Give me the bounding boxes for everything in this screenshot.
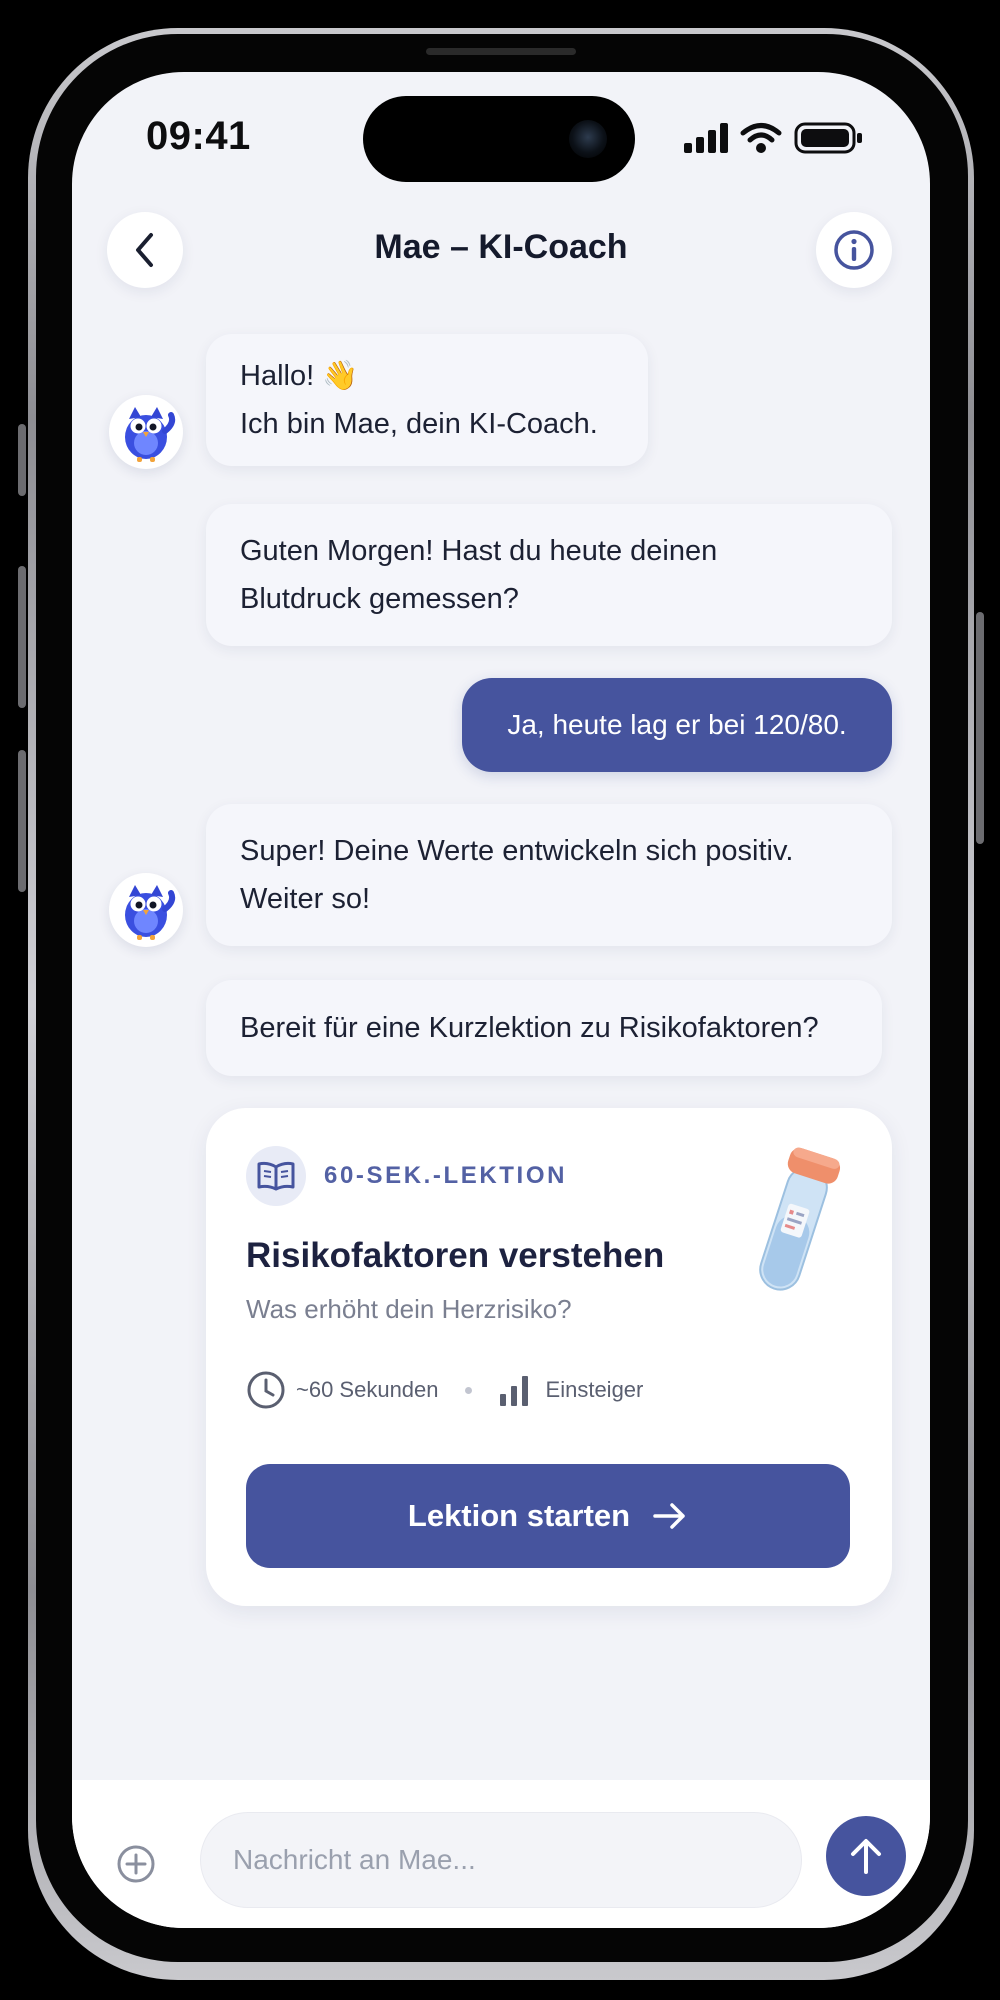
add-attachment-button[interactable] [114, 1842, 158, 1886]
dynamic-island [363, 96, 635, 182]
owl-mascot-icon [125, 407, 176, 462]
start-lesson-label: Lektion starten [407, 1498, 631, 1533]
lesson-title: Risikofaktoren verstehen [246, 1236, 665, 1275]
volume-down-button [18, 750, 26, 892]
bot-message-line: Super! Deine Werte entwickeln sich posit… [240, 835, 794, 867]
user-message-text: Ja, heute lag er bei 120/80. [507, 709, 847, 740]
status-icons [684, 122, 864, 154]
bot-message-line: Ich bin Mae, dein KI-Coach. [240, 408, 598, 440]
test-tube-illustration [759, 1147, 841, 1291]
app-screen: 09:41 Mae – KI-Coach Hallo! 👋 Ich bin Ma… [72, 72, 930, 1928]
cellular-signal-icon [684, 123, 728, 153]
send-button[interactable] [826, 1816, 906, 1896]
plus-circle-icon [117, 1845, 155, 1883]
battery-icon [794, 122, 862, 154]
lesson-icon-badge [246, 1146, 306, 1206]
message-input[interactable]: Nachricht an Mae... [200, 1812, 802, 1908]
message-input-placeholder: Nachricht an Mae... [233, 1844, 476, 1875]
earpiece-speaker [426, 48, 576, 55]
camera-icon [569, 120, 607, 158]
meta-separator [464, 1386, 472, 1394]
volume-up-button [18, 566, 26, 708]
lesson-subtitle: Was erhöht dein Herzrisiko? [246, 1294, 572, 1324]
start-lesson-button[interactable]: Lektion starten [246, 1464, 850, 1568]
book-open-icon [257, 1161, 295, 1191]
bot-message: Guten Morgen! Hast du heute deinen Blutd… [206, 504, 892, 646]
user-message: Ja, heute lag er bei 120/80. [462, 678, 892, 772]
arrow-right-icon [653, 1503, 685, 1529]
lesson-meta: ~60 Sekunden Einsteiger [246, 1370, 643, 1410]
info-icon [834, 230, 874, 270]
power-button [976, 612, 984, 844]
lesson-level: Einsteiger [545, 1377, 644, 1402]
bot-message-line: Blutdruck gemessen? [240, 583, 519, 615]
bot-message-line: Bereit für eine Kurzlektion zu Risikofak… [240, 1012, 819, 1044]
bot-message-line: Weiter so! [240, 883, 371, 915]
status-time: 09:41 [146, 114, 251, 158]
arrow-up-icon [851, 1839, 881, 1874]
bar-chart-icon [499, 1376, 528, 1406]
mae-avatar [109, 873, 183, 947]
bot-message-line: Guten Morgen! Hast du heute deinen [240, 535, 718, 567]
action-button [18, 424, 26, 496]
page-title: Mae – KI-Coach [374, 228, 628, 266]
owl-mascot-icon [125, 885, 176, 940]
wifi-icon [740, 123, 782, 153]
lesson-duration: ~60 Sekunden [296, 1377, 439, 1402]
mae-avatar [109, 395, 183, 469]
bot-message: Super! Deine Werte entwickeln sich posit… [206, 804, 892, 946]
clock-icon [247, 1371, 285, 1409]
message-composer: Nachricht an Mae... [72, 1780, 930, 1928]
bot-message: Bereit für eine Kurzlektion zu Risikofak… [206, 980, 882, 1076]
info-button[interactable] [816, 212, 892, 288]
lesson-card[interactable]: 60-SEK.-LEKTION Risikofaktoren verstehen… [206, 1108, 892, 1606]
lesson-tag: 60-SEK.-LEKTION [324, 1162, 568, 1189]
bot-message: Hallo! 👋 Ich bin Mae, dein KI-Coach. [206, 334, 648, 466]
bot-message-line: Hallo! 👋 [240, 360, 359, 392]
